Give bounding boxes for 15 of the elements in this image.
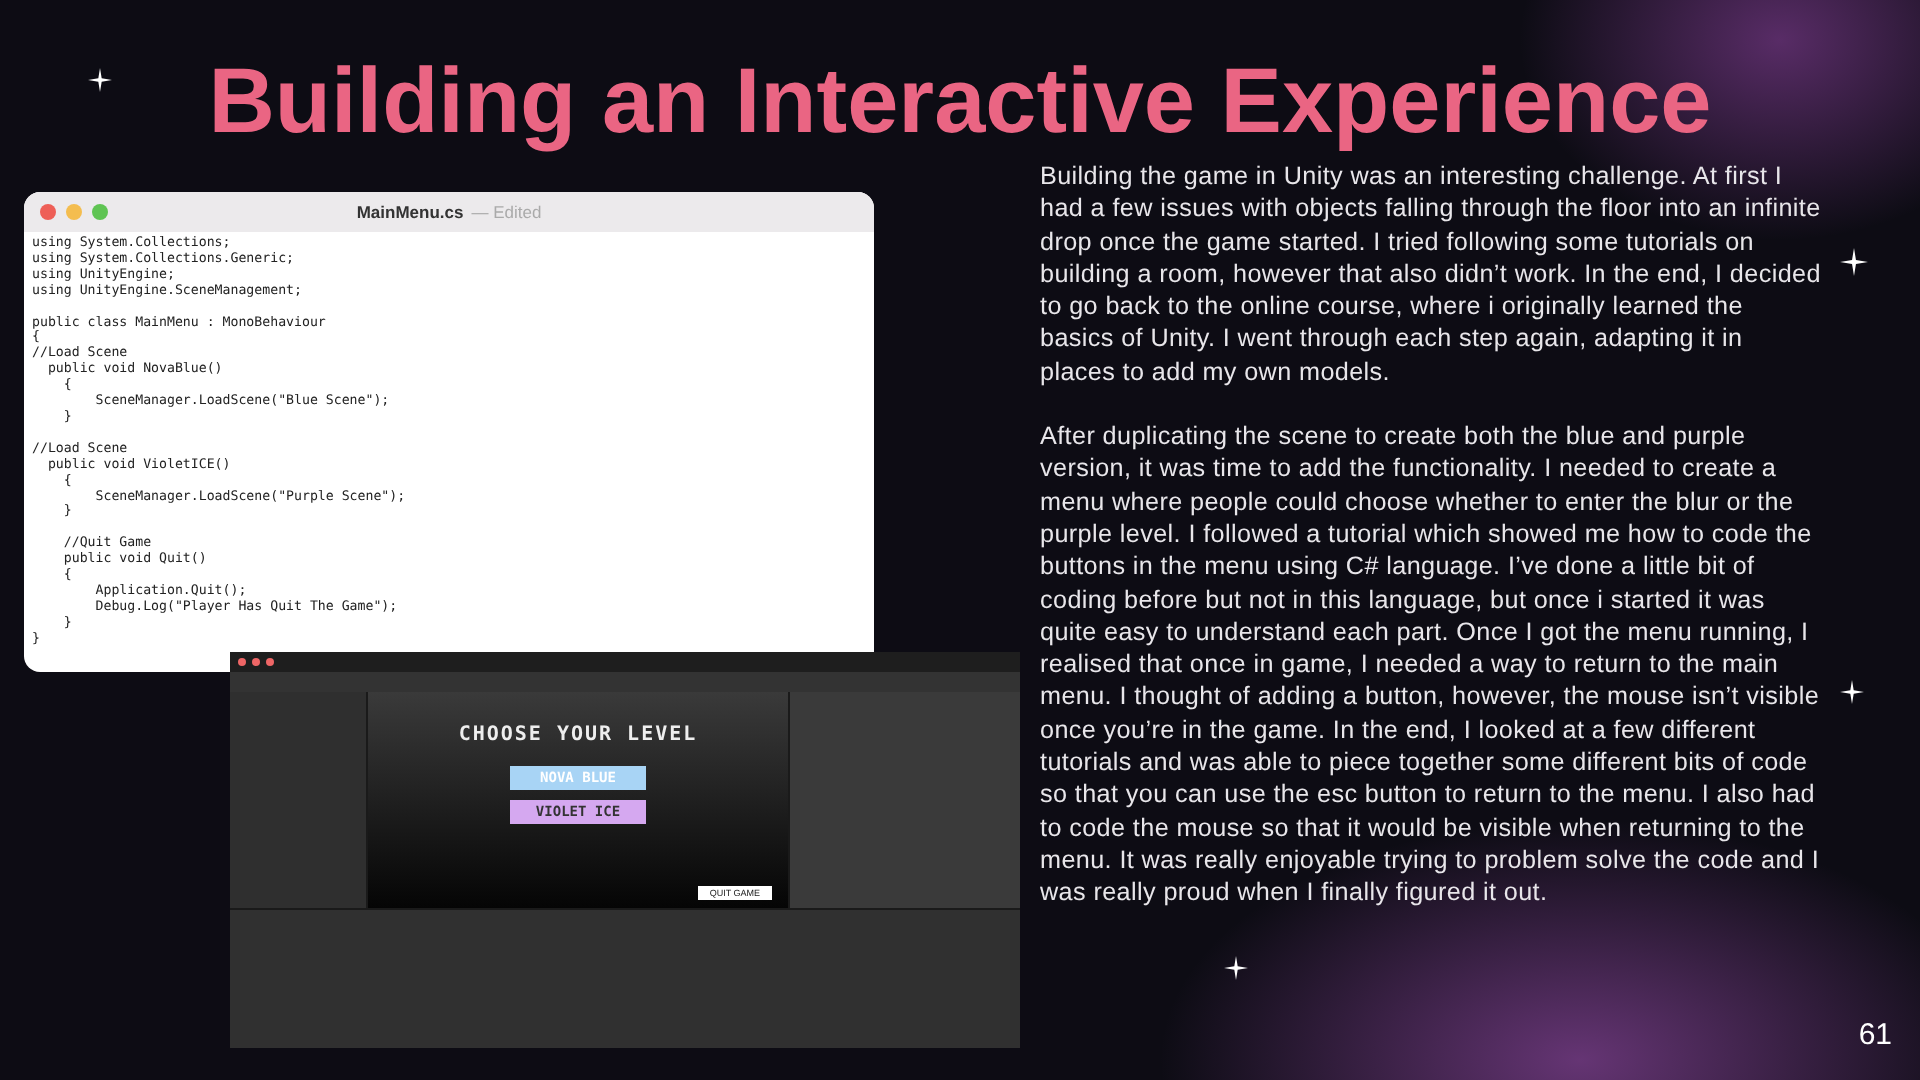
edit-status: — Edited [471,202,542,222]
window-controls-icon [238,658,274,666]
file-name: MainMenu.cs [356,202,464,222]
page-number: 61 [1858,1018,1892,1052]
zoom-icon[interactable] [92,204,108,220]
sparkle-icon [1224,956,1248,980]
slide-title: Building an Interactive Experience [208,48,1712,152]
sparkle-icon [1840,248,1868,276]
body-paragraph: After duplicating the scene to create both the blue and purple version, it was time to add the functionality. I needed to create a menu where people could choose whether to enter the blur or the purple level. I followed a tutorial which showed me how to code the buttons in the menu using C# language. I’ve done a little bit of coding before but not in this language, but once i started it was quite easy to understand each part. Once I got the menu running, I realised that once in game, I needed a way to return to the main menu. I thought of adding a button, however, the mouse isn’t visible once you’re in the game. In the end, I looked at a few different tutorials and was able to piece together some different bits of code so that you can use the esc button to return to the menu. I also had to code the mouse so that it would be visible when returning to the menu. It was really enjoyable trying to problem solve the code and I was really proud when I finally figured it out. [1040,420,1822,910]
body-paragraph: Building the game in Unity was an interesting challenge. At first I had a few issues with objects falling through the floor into an infinite drop once the game started. I tried following some tutorials on building a room, however that also didn’t work. In the end, I decided to go back to the online course, where i originally learned the basics of Unity. I went through each step again, adapting it in places to add my own models. [1040,160,1823,389]
sparkle-icon [88,68,112,92]
sparkle-icon [1840,680,1864,704]
minimize-icon[interactable] [66,204,82,220]
close-icon[interactable] [40,204,56,220]
game-heading: CHOOSE YOUR LEVEL [458,724,698,746]
